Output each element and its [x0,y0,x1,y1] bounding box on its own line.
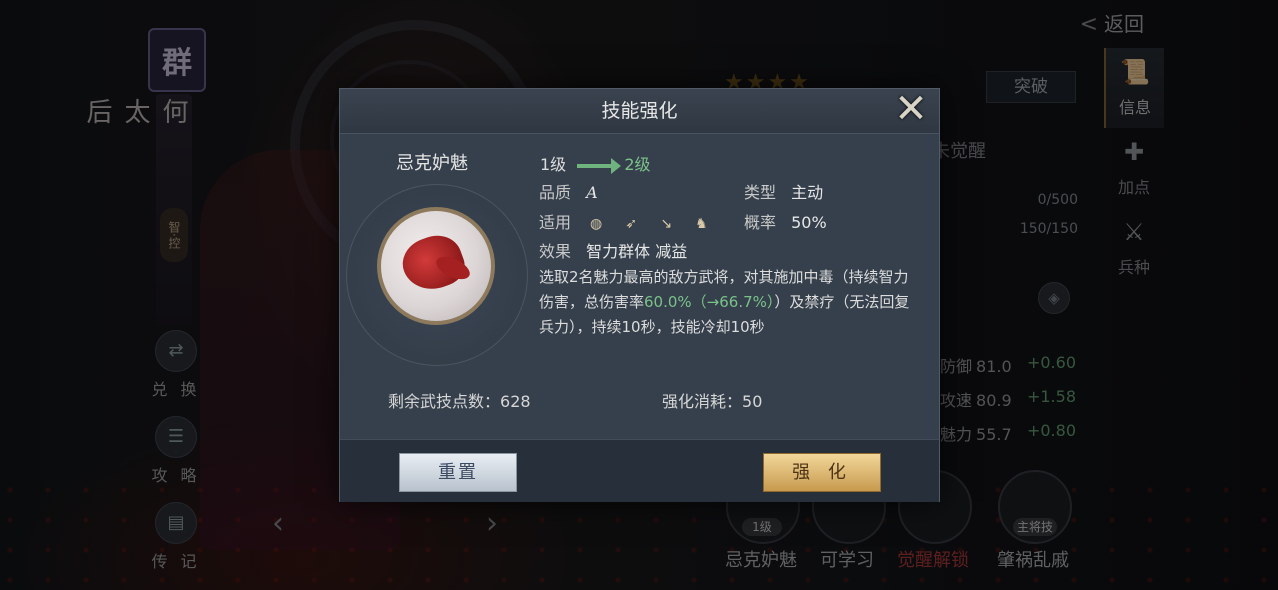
type-row: 类型 主动 [744,179,823,203]
enhance-cost: 强化消耗：50 [662,388,762,412]
points-label: 剩余武技点数： [388,392,501,411]
remaining-points: 剩余武技点数：628 [388,388,531,412]
skill-emblem-icon [377,207,495,325]
enhance-button[interactable]: 强 化 [763,453,881,492]
level-to: 2级 [624,155,651,174]
spear-unit-icon: ↘ [660,216,673,232]
chance-row: 概率 50% [744,209,827,233]
quality-label: 品质 [539,183,572,202]
skill-description: 选取2名魅力最高的敌方武将，对其施加中毒（持续智力伤害，总伤害率60.0%（→6… [539,265,921,340]
skill-name: 忌克妒魅 [396,153,468,174]
level-arrow-icon [577,157,622,174]
applies-icons: ◍ ➶ ↘ ♞ [586,213,721,234]
points-value: 628 [500,392,531,411]
cost-value: 50 [742,392,763,411]
skill-enhance-dialog: 技能强化 ✕ 忌克妒魅 1级 2级 品质 A 类型 主动 适用 ◍ ➶ ↘ ♞ … [339,87,940,502]
chance-label: 概率 [744,213,777,232]
quality-value: A [586,183,598,202]
level-from: 1级 [540,155,567,174]
type-label: 类型 [744,183,777,202]
horse-unit-icon: ♞ [695,216,708,232]
bow-unit-icon: ➶ [625,216,638,232]
desc-damage-rate: 60.0%（→66.7%） [644,293,775,311]
cost-label: 强化消耗： [662,392,743,411]
applies-row: 适用 ◍ ➶ ↘ ♞ [539,209,721,234]
shield-unit-icon: ◍ [590,216,603,232]
close-icon[interactable]: ✕ [889,87,933,131]
reset-button[interactable]: 重置 [399,453,517,492]
level-change: 1级 2级 [540,151,651,175]
dialog-title: 技能强化 [340,89,939,134]
type-value: 主动 [791,183,824,202]
quality-row: 品质 A [539,179,598,203]
effect-value: 智力群体 减益 [586,242,688,261]
chance-value: 50% [791,213,827,232]
applies-label: 适用 [539,213,572,232]
effect-row: 效果 智力群体 减益 [539,238,687,262]
effect-label: 效果 [539,242,572,261]
